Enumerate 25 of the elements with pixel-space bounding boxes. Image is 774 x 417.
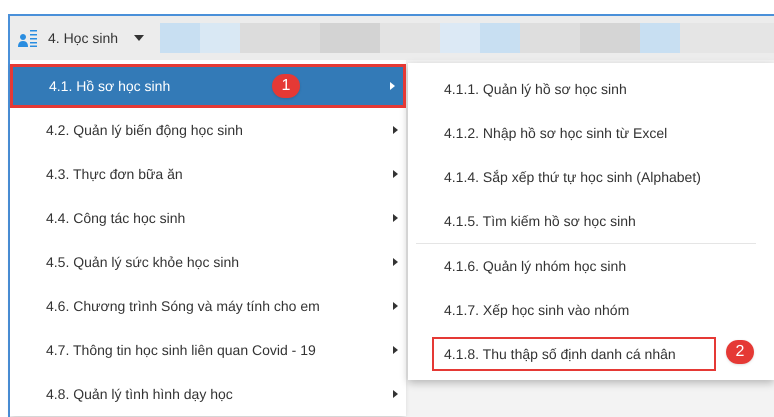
- submenu-item[interactable]: 4.1.1. Quản lý hồ sơ học sinh: [444, 78, 627, 100]
- submenu-arrow-icon: [393, 126, 398, 134]
- menu-item[interactable]: 4.7. Thông tin học sinh liên quan Covid - 19: [10, 328, 406, 372]
- submenu-item[interactable]: 4.1.2. Nhập hồ sơ học sinh từ Excel: [444, 122, 668, 144]
- submenu-arrow-icon: [393, 390, 398, 398]
- submenu-arrow-icon: [393, 214, 398, 222]
- submenu-arrow-icon: [393, 302, 398, 310]
- menu-item[interactable]: 4.2. Quản lý biến động học sinh: [10, 108, 406, 152]
- submenu-arrow-icon: [393, 258, 398, 266]
- submenu-item[interactable]: 4.1.8. Thu thập số định danh cá nhân: [432, 337, 716, 371]
- menu-item[interactable]: 4.8. Quản lý tình hình dạy học: [10, 372, 406, 416]
- submenu-item[interactable]: 4.1.7. Xếp học sinh vào nhóm: [444, 300, 630, 320]
- student-list-icon: [18, 29, 40, 47]
- submenu-arrow-icon: [390, 82, 395, 90]
- submenu-item[interactable]: 4.1.5. Tìm kiếm hồ sơ học sinh: [444, 210, 636, 232]
- menu-item[interactable]: 4.3. Thực đơn bữa ăn: [10, 152, 406, 196]
- submenu-arrow-icon: [393, 170, 398, 178]
- menu-item[interactable]: 4.6. Chương trình Sóng và máy tính cho em: [10, 284, 406, 328]
- submenu-arrow-icon: [393, 346, 398, 354]
- menu-item[interactable]: 4.5. Quản lý sức khỏe học sinh: [10, 240, 406, 284]
- submenu-item[interactable]: 4.1.4. Sắp xếp thứ tự học sinh (Alphabet): [444, 166, 701, 188]
- step-badge: 2: [726, 340, 754, 364]
- menu-item[interactable]: 4.4. Công tác học sinh: [10, 196, 406, 240]
- menu-button[interactable]: 4. Học sinh: [10, 16, 152, 60]
- submenu-item[interactable]: 4.1.6. Quản lý nhóm học sinh: [444, 256, 626, 276]
